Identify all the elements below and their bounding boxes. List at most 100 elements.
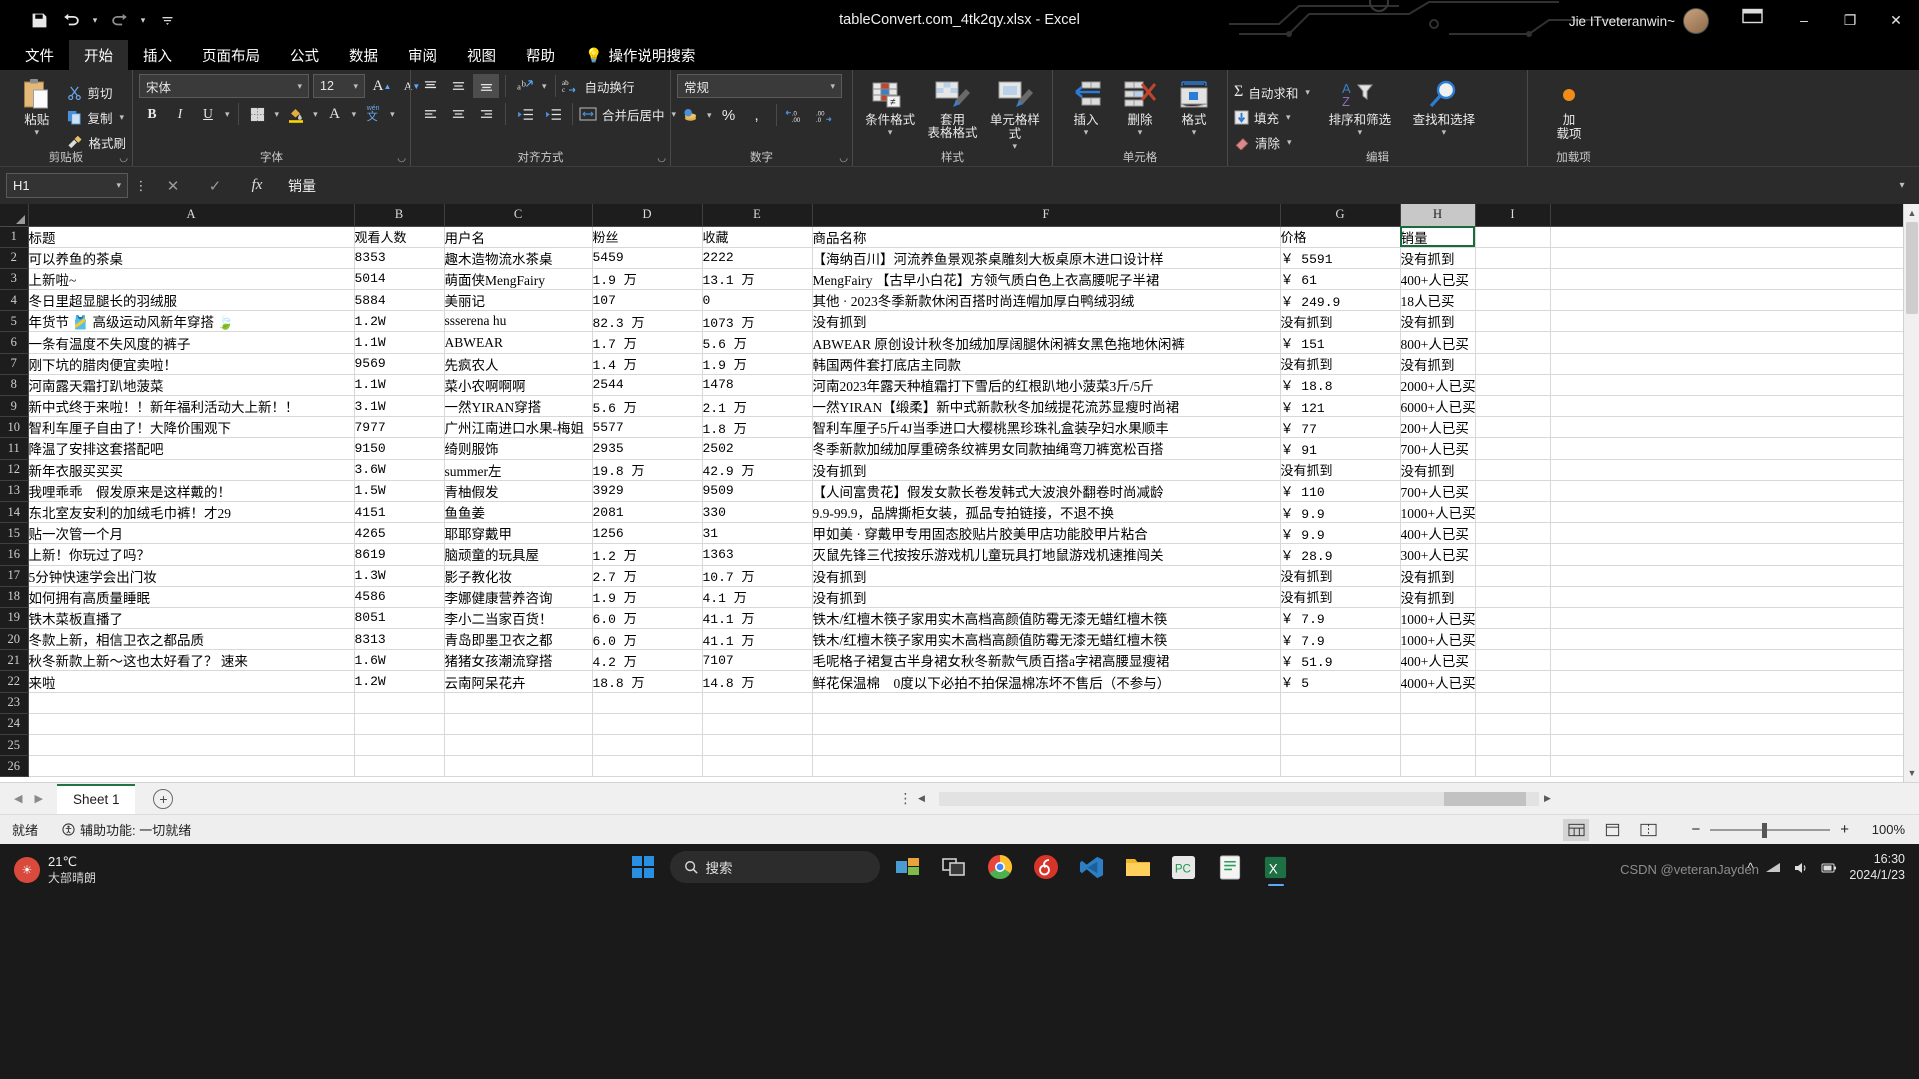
sheet-tab-sheet1[interactable]: Sheet 1 — [56, 783, 136, 814]
cell-G23[interactable] — [1280, 692, 1401, 714]
cell-F14[interactable]: 9.9-99.9，品牌撕柜女装，孤品专拍链接，不退不换 — [812, 501, 1281, 524]
cell-G22[interactable]: ￥ 5 — [1280, 670, 1401, 693]
cell-C4[interactable]: 美丽记 — [444, 289, 593, 312]
table-row[interactable]: 22 来啦 1.2W 云南阿呆花卉 18.8 万 14.8 万鲜花保温棉 0度以下必拍不拍… — [0, 670, 1904, 693]
underline-button[interactable]: U — [195, 102, 221, 126]
cell-F4[interactable]: 其他 · 2023冬季新款休闲百搭时尚连帽加厚白鸭绒羽绒 — [812, 289, 1281, 312]
cell-F10[interactable]: 智利车厘子5斤4J当季进口大樱桃黑珍珠礼盒装孕妇水果顺丰 — [812, 416, 1281, 439]
cell-C5[interactable]: ssserena hu — [444, 310, 593, 333]
cell-I23[interactable] — [1475, 692, 1551, 714]
cell-I15[interactable] — [1475, 522, 1551, 545]
cell-G2[interactable]: ￥ 5591 — [1280, 247, 1401, 269]
column-header-h[interactable]: H — [1400, 204, 1476, 227]
cell-H4[interactable]: 18人已买 — [1400, 289, 1476, 312]
cell-G7[interactable]: 没有抓到 — [1280, 353, 1401, 375]
table-row[interactable]: 12 新年衣服买买买 3.6W summer左 19.8 万 42.9 万没有抓到 没有抓到… — [0, 459, 1904, 481]
cell-E15[interactable]: 31 — [702, 522, 813, 545]
cell-spacer-22[interactable] — [1550, 670, 1904, 693]
cell-spacer-13[interactable] — [1550, 480, 1904, 502]
cell-D11[interactable]: 2935 — [592, 437, 703, 460]
delete-dropdown-icon[interactable]: ▾ — [1138, 127, 1143, 137]
cell-I21[interactable] — [1475, 649, 1551, 672]
currency-dropdown-icon[interactable]: ▾ — [705, 110, 714, 121]
phonetic-guide-icon[interactable]: wén 文 — [360, 102, 386, 126]
table-row[interactable]: 25 — [0, 734, 1904, 757]
column-header-c[interactable]: C — [444, 204, 593, 227]
cell-I11[interactable] — [1475, 437, 1551, 460]
cell-H18[interactable]: 没有抓到 — [1400, 586, 1476, 608]
cell-H16[interactable]: 300+人已买 — [1400, 543, 1476, 566]
font-color-icon[interactable]: A — [322, 102, 348, 126]
column-header-d[interactable]: D — [592, 204, 703, 227]
border-icon[interactable] — [245, 102, 271, 126]
zoom-in-icon[interactable]: + — [1840, 821, 1849, 838]
font-color-dropdown-icon[interactable]: ▾ — [350, 109, 359, 120]
border-dropdown-icon[interactable]: ▾ — [273, 109, 282, 120]
alignment-dialog-launcher[interactable]: ◡ — [657, 153, 666, 164]
cell-I1[interactable] — [1475, 226, 1551, 248]
cell-A5[interactable]: 年货节 🎽 高级运动风新年穿搭 🍃 — [28, 310, 355, 333]
number-format-combobox[interactable]: 常规 ▾ — [677, 74, 842, 98]
cell-A16[interactable]: 上新！你玩过了吗？ — [28, 543, 355, 566]
cell-H7[interactable]: 没有抓到 — [1400, 353, 1476, 375]
percent-style-button[interactable]: % — [716, 103, 742, 127]
cell-C11[interactable]: 绮则服饰 — [444, 437, 593, 460]
cell-E16[interactable]: 1363 — [702, 543, 813, 566]
align-center-icon[interactable] — [445, 102, 471, 126]
autosum-button[interactable]: Σ 自动求和 ▾ — [1234, 80, 1312, 104]
italic-button[interactable]: I — [167, 102, 193, 126]
cell-B18[interactable]: 4586 — [354, 586, 445, 608]
table-row[interactable]: 4 冬日里超显腿长的羽绒服 5884 美丽记 107 0 其他 · 2023冬季新款休闲百搭… — [0, 289, 1904, 312]
phonetic-dropdown-icon[interactable]: ▾ — [388, 109, 397, 120]
table-row[interactable]: 26 — [0, 755, 1904, 778]
cell-C18[interactable]: 李娜健康营养咨询 — [444, 586, 593, 608]
row-header-14[interactable]: 14 — [0, 501, 29, 524]
cell-B10[interactable]: 7977 — [354, 416, 445, 439]
table-row[interactable]: 23 — [0, 692, 1904, 714]
tab-file[interactable]: 文件 — [10, 40, 69, 70]
cell-E24[interactable] — [702, 713, 813, 736]
cell-F7[interactable]: 韩国两件套打底店主同款 — [812, 353, 1281, 375]
copy-button[interactable]: 复制 ▾ — [67, 105, 126, 129]
cell-B24[interactable] — [354, 713, 445, 736]
cell-H9[interactable]: 6000+人已买 — [1400, 395, 1476, 418]
prev-sheet-icon[interactable]: ▶ — [34, 792, 42, 805]
cell-spacer-18[interactable] — [1550, 586, 1904, 608]
cell-G10[interactable]: ￥ 77 — [1280, 416, 1401, 439]
copy-dropdown-icon[interactable]: ▾ — [117, 112, 126, 123]
sort-filter-dropdown-icon[interactable]: ▾ — [1358, 127, 1363, 137]
row-header-15[interactable]: 15 — [0, 522, 29, 545]
cell-B14[interactable]: 4151 — [354, 501, 445, 524]
cell-G11[interactable]: ￥ 91 — [1280, 437, 1401, 460]
cell-spacer-20[interactable] — [1550, 628, 1904, 651]
cell-G4[interactable]: ￥ 249.9 — [1280, 289, 1401, 312]
cell-A6[interactable]: 一条有温度不失风度的裤子 — [28, 331, 355, 354]
column-header-f[interactable]: F — [812, 204, 1281, 227]
cell-spacer-15[interactable] — [1550, 522, 1904, 545]
cell-B21[interactable]: 1.6W — [354, 649, 445, 672]
vertical-scroll-thumb[interactable] — [1906, 222, 1918, 314]
cell-H22[interactable]: 4000+人已买 — [1400, 670, 1476, 693]
cell-B12[interactable]: 3.6W — [354, 459, 445, 481]
cell-C8[interactable]: 菜小农啊啊啊 — [444, 374, 593, 397]
undo-icon[interactable] — [56, 6, 86, 34]
decrease-decimal-icon[interactable]: .00.0 — [811, 103, 837, 127]
chevron-down-icon[interactable]: ▾ — [830, 81, 835, 92]
cell-F23[interactable] — [812, 692, 1281, 714]
cell-H26[interactable] — [1400, 755, 1476, 778]
cell-B19[interactable]: 8051 — [354, 607, 445, 630]
cell-styles-button[interactable]: 单元格样式 ▾ — [984, 74, 1046, 151]
cell-I24[interactable] — [1475, 713, 1551, 736]
page-break-preview-icon[interactable] — [1635, 819, 1661, 841]
excel-icon[interactable]: X — [1258, 850, 1294, 886]
pycharm-icon[interactable]: PC — [1166, 850, 1202, 884]
row-header-4[interactable]: 4 — [0, 289, 29, 312]
cell-C16[interactable]: 脑顽童的玩具屋 — [444, 543, 593, 566]
cell-B22[interactable]: 1.2W — [354, 670, 445, 693]
cell-B15[interactable]: 4265 — [354, 522, 445, 545]
task-view-icon[interactable] — [936, 850, 972, 884]
cell-A24[interactable] — [28, 713, 355, 736]
cell-H10[interactable]: 200+人已买 — [1400, 416, 1476, 439]
row-header-26[interactable]: 26 — [0, 755, 29, 778]
cell-spacer-10[interactable] — [1550, 416, 1904, 439]
